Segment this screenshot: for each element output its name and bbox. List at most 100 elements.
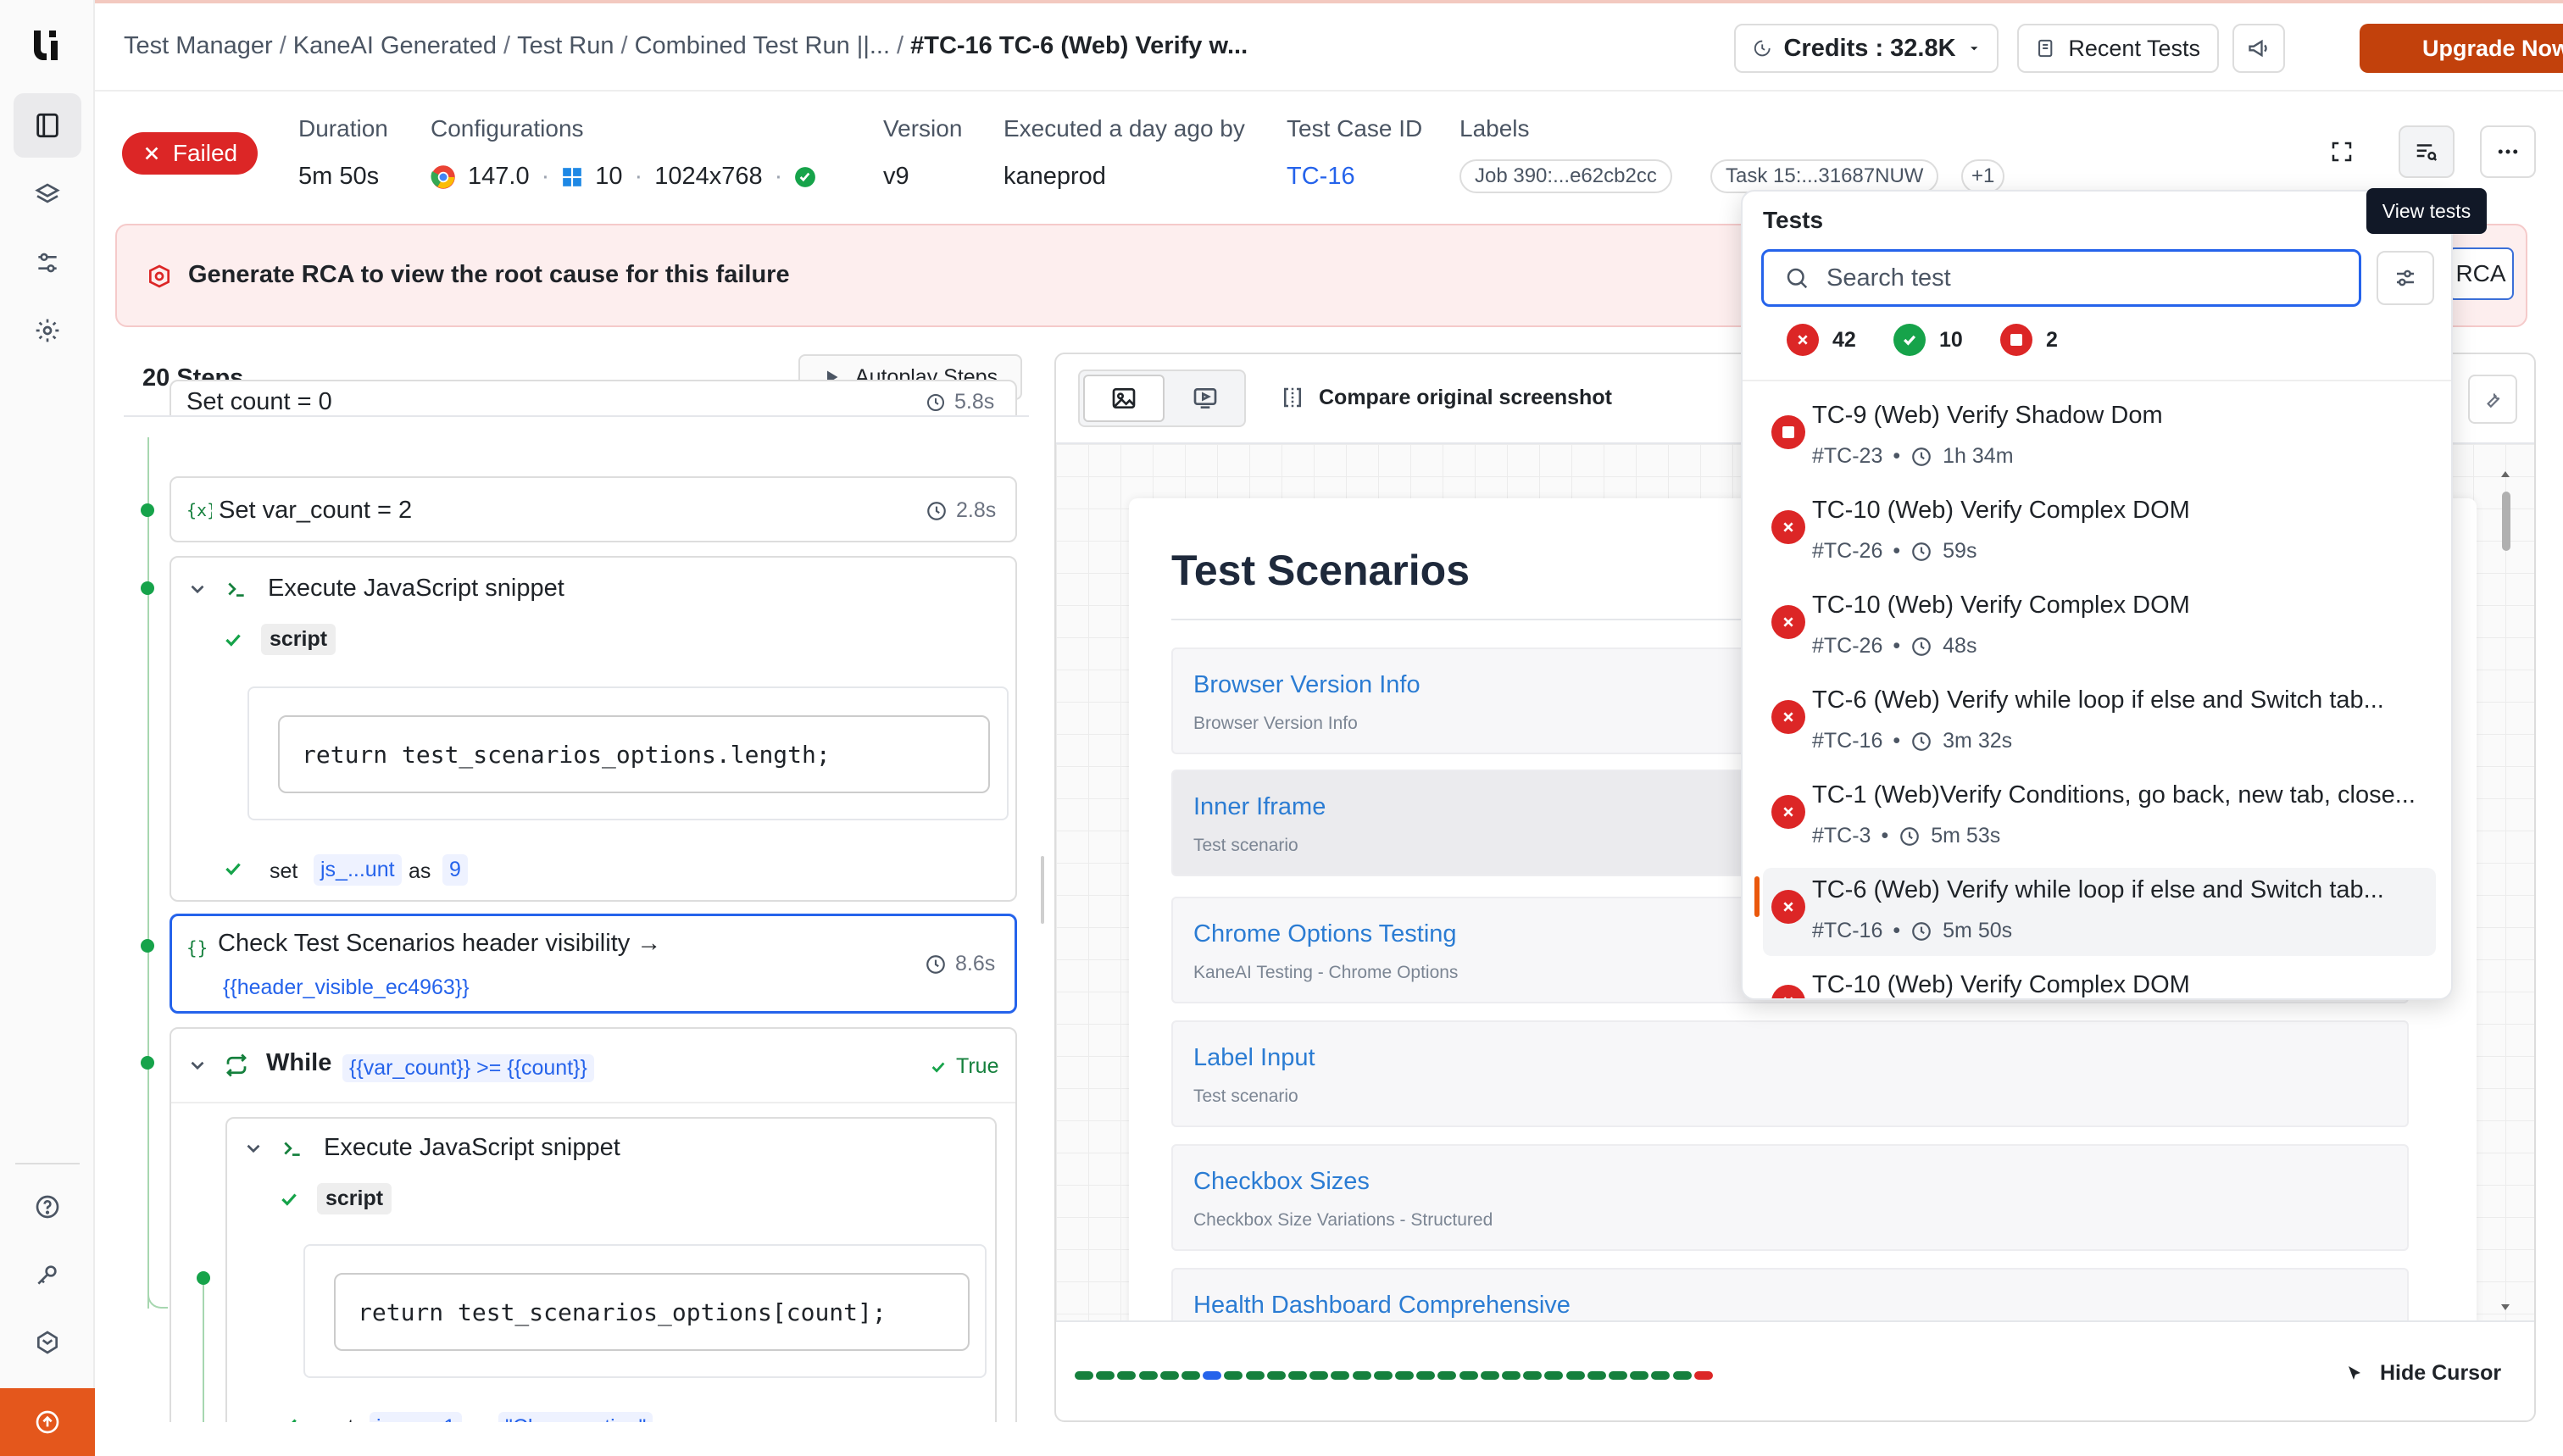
set-keyword: set (325, 1415, 353, 1422)
chevron-down-icon[interactable] (242, 1137, 264, 1159)
step-segment[interactable] (1352, 1371, 1371, 1380)
step-segment[interactable] (1565, 1371, 1585, 1380)
view-tests-button[interactable] (2399, 125, 2455, 178)
captured-page-scrollbar[interactable] (2500, 470, 2510, 1317)
step-segment[interactable] (1630, 1371, 1649, 1380)
nav-help-button[interactable] (14, 1175, 81, 1239)
step-segment[interactable] (1096, 1371, 1115, 1380)
test-list-item[interactable]: TC-10 (Web) Verify Complex DOM #TC-26 • 59s (1763, 488, 2436, 576)
expand-icon (2332, 142, 2352, 162)
announcements-button[interactable] (2232, 24, 2285, 73)
app-logo[interactable] (31, 29, 64, 63)
recent-tests-button[interactable]: Recent Tests (2017, 24, 2219, 73)
upgrade-now-button[interactable]: Upgrade Now (2360, 24, 2563, 73)
screenshot-view-button[interactable] (1083, 375, 1165, 422)
filter-button[interactable] (2377, 251, 2434, 305)
step-card[interactable]: {x} Set var_count = 2 2.8s (170, 476, 1017, 542)
bullet-separator: • (1893, 444, 1901, 468)
test-duration: 5m 53s (1931, 824, 2001, 847)
test-list-item[interactable]: TC-6 (Web) Verify while loop if else and… (1763, 868, 2436, 956)
upgrade-rail-button[interactable] (0, 1388, 95, 1456)
step-segment[interactable] (1416, 1371, 1436, 1380)
breadcrumb-kaneai-generated[interactable]: KaneAI Generated (293, 32, 497, 59)
test-list-item[interactable]: TC-1 (Web)Verify Conditions, go back, ne… (1763, 773, 2436, 861)
compare-original-toggle[interactable]: Compare original screenshot (1280, 385, 1612, 410)
label-tag[interactable]: Job 390:...e62cb2cc (1459, 159, 1672, 193)
nav-settings-sliders-button[interactable] (14, 231, 81, 295)
panel-resize-handle[interactable] (1041, 856, 1044, 924)
label-tag[interactable]: Task 15:...31687NUW (1710, 159, 1939, 193)
chevron-down-icon[interactable] (186, 578, 208, 600)
step-card[interactable]: Execute JavaScript snippet script return… (225, 1117, 997, 1422)
search-icon (1787, 268, 1808, 289)
search-test-field[interactable] (1761, 249, 2361, 307)
test-list-item[interactable]: TC-6 (Web) Verify while loop if else and… (1763, 678, 2436, 766)
nav-test-manager-button[interactable] (14, 93, 81, 158)
step-segment[interactable] (1502, 1371, 1521, 1380)
test-list-item[interactable]: TC-10 (Web) Verify Complex DOM (1763, 963, 2436, 998)
breadcrumb-test-manager[interactable]: Test Manager (124, 32, 273, 59)
step-segment[interactable] (1159, 1371, 1179, 1380)
step-segment[interactable] (1651, 1371, 1671, 1380)
test-duration: 5m 50s (1943, 919, 2013, 942)
list-icon (2038, 39, 2053, 58)
test-case-id-link[interactable]: TC-16 (1287, 163, 1355, 191)
nav-settings-button[interactable] (14, 298, 81, 363)
credits-dropdown[interactable]: Credits : 32.8K (1734, 24, 1999, 73)
test-id: #TC-3 (1812, 824, 1871, 847)
test-name: TC-9 (Web) Verify Shadow Dom (1812, 402, 2163, 429)
step-segment[interactable] (1373, 1371, 1393, 1380)
step-segment[interactable] (1523, 1371, 1543, 1380)
fullscreen-button[interactable] (2314, 125, 2370, 178)
step-segment[interactable] (1544, 1371, 1564, 1380)
while-block[interactable]: While {{var_count}} >= {{count}} True Ex… (170, 1027, 1017, 1422)
search-test-input[interactable] (1826, 264, 2301, 292)
nav-key-button[interactable] (14, 1242, 81, 1307)
check-icon (225, 634, 241, 647)
stopped-count[interactable]: 2 (2000, 324, 2058, 356)
view-tests-tooltip: View tests (2366, 188, 2487, 234)
step-segment[interactable] (1331, 1371, 1350, 1380)
step-segment[interactable] (1587, 1371, 1606, 1380)
step-segment[interactable] (1609, 1371, 1627, 1380)
step-segment[interactable] (1266, 1371, 1286, 1380)
nav-integrations-button[interactable] (14, 1310, 81, 1375)
step-segment[interactable] (1138, 1371, 1158, 1380)
step-segment[interactable] (1459, 1371, 1478, 1380)
test-list-item[interactable]: TC-9 (Web) Verify Shadow Dom #TC-23 • 1h 34… (1763, 393, 2436, 481)
script-block: return test_scenarios_options.length; (247, 686, 1009, 820)
generate-rca-button[interactable]: RCA (2448, 247, 2514, 300)
step-segment[interactable] (1395, 1371, 1414, 1380)
step-segment[interactable] (1181, 1371, 1200, 1380)
breadcrumb-test-run[interactable]: Test Run (517, 32, 614, 59)
step-segment[interactable] (1288, 1371, 1307, 1380)
step-segment[interactable] (1245, 1371, 1265, 1380)
step-card-selected[interactable]: {} Check Test Scenarios header visibilit… (170, 914, 1017, 1014)
breadcrumb-separator: / (279, 32, 286, 59)
test-name: TC-10 (Web) Verify Complex DOM (1812, 497, 2190, 524)
step-segment[interactable] (1309, 1371, 1329, 1380)
executed-label: Executed a day ago by (1004, 115, 1245, 142)
chevron-down-icon[interactable] (186, 1054, 208, 1076)
more-options-button[interactable] (2480, 125, 2536, 178)
failed-count[interactable]: 42 (1787, 324, 1856, 356)
step-segment[interactable] (1203, 1371, 1222, 1380)
video-view-button[interactable] (1168, 375, 1243, 422)
more-labels-tag[interactable]: +1 (1961, 159, 2005, 193)
inspect-button[interactable] (2468, 375, 2517, 424)
nav-layers-button[interactable] (14, 163, 81, 227)
breadcrumb-combined-test-run[interactable]: Combined Test Run ||... (635, 32, 890, 59)
step-segment[interactable] (1117, 1371, 1137, 1380)
step-segment[interactable] (1480, 1371, 1499, 1380)
test-meta: #TC-3 • 5m 53s (1812, 824, 2000, 848)
step-segment[interactable] (1075, 1371, 1093, 1380)
step-segment[interactable] (1693, 1371, 1713, 1380)
scroll-thumb[interactable] (2502, 492, 2510, 551)
test-list-item[interactable]: TC-10 (Web) Verify Complex DOM #TC-26 • 48s (1763, 583, 2436, 671)
step-card[interactable]: Execute JavaScript snippet script return… (170, 556, 1017, 902)
step-segment[interactable] (1672, 1371, 1692, 1380)
step-segment[interactable] (1437, 1371, 1457, 1380)
passed-count[interactable]: 10 (1893, 324, 1963, 356)
hide-cursor-toggle[interactable]: Hide Cursor (2344, 1361, 2501, 1386)
step-segment[interactable] (1224, 1371, 1243, 1380)
